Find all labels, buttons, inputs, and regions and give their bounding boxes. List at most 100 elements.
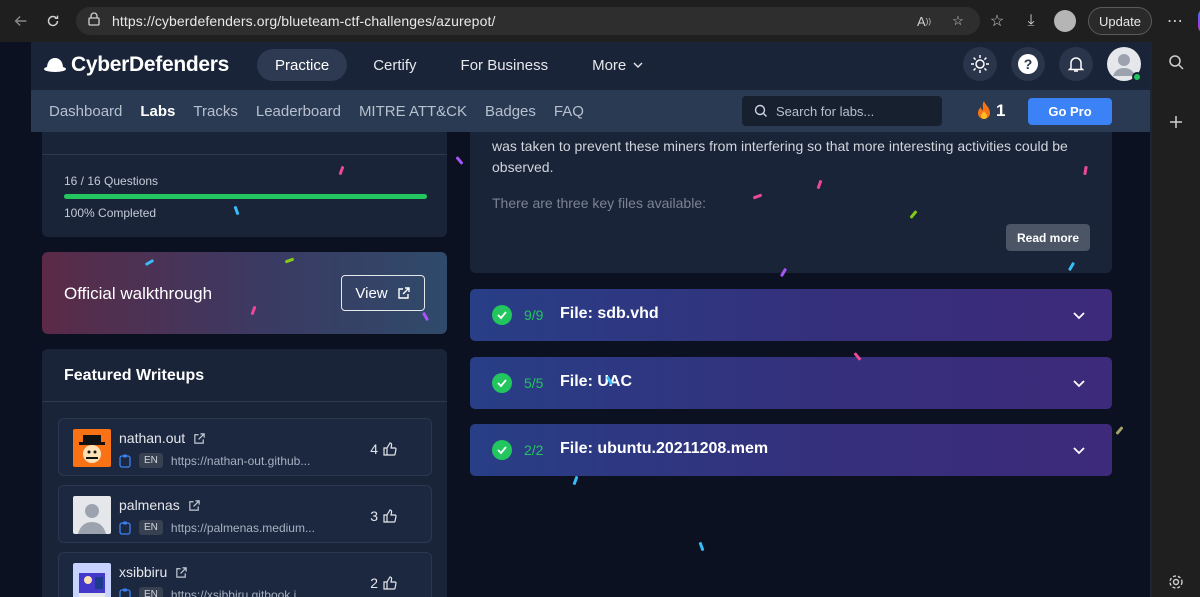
clipboard-icon (119, 521, 131, 535)
site-info-icon[interactable] (86, 11, 102, 32)
file-section-sdb-vhd[interactable]: 9/9 File: sdb.vhd (470, 289, 1112, 341)
file-section-title: File: UAC (560, 373, 632, 390)
view-walkthrough-button[interactable]: View (341, 275, 425, 311)
tab-faq[interactable]: FAQ (554, 103, 584, 120)
downloads-icon[interactable]: ⤓ (1020, 7, 1042, 35)
question-progress: 9/9 (524, 307, 544, 323)
tab-tracks[interactable]: Tracks (193, 103, 237, 120)
search-icon (754, 104, 767, 117)
language-badge: EN (139, 520, 163, 535)
user-avatar[interactable] (1107, 47, 1142, 82)
language-badge: EN (139, 453, 163, 468)
reload-icon[interactable] (38, 6, 68, 36)
writeup-link[interactable]: https://nathan-out.github... (171, 454, 310, 468)
progress-bar (64, 194, 427, 199)
streak-count: 1 (996, 101, 1006, 120)
search-input[interactable] (776, 103, 926, 119)
brand-name: CyberDefenders (71, 53, 230, 76)
thumbs-up-icon[interactable] (383, 576, 397, 590)
thumbs-up-icon[interactable] (383, 442, 397, 456)
streak-counter: 1 (976, 100, 1005, 122)
file-section-ubuntu-mem[interactable]: 2/2 File: ubuntu.20211208.mem (470, 424, 1112, 476)
lab-search[interactable] (742, 96, 942, 126)
favorite-star-icon[interactable]: ☆ (948, 11, 968, 31)
view-label: View (355, 284, 388, 302)
like-count: 4 (370, 441, 378, 457)
confetti-piece (455, 156, 464, 165)
url-text: https://cyberdefenders.org/blueteam-ctf-… (112, 13, 496, 29)
external-link-icon[interactable] (188, 499, 201, 512)
check-circle-icon (492, 305, 512, 325)
flame-icon (978, 101, 990, 119)
questions-count: 16 / 16 Questions (64, 174, 159, 188)
official-walkthrough-card: Official walkthrough View (42, 252, 447, 334)
completion-percent: 100% Completed (64, 206, 157, 220)
sun-icon (971, 55, 989, 73)
favorites-icon[interactable]: ☆ (986, 7, 1008, 35)
profile-icon[interactable] (1054, 7, 1076, 35)
sidebar-add-icon[interactable] (1166, 112, 1186, 132)
walkthrough-title: Official walkthrough (64, 284, 213, 303)
confetti-piece (1115, 426, 1124, 435)
description-text: was taken to prevent these miners from i… (492, 138, 1068, 175)
check-circle-icon (492, 373, 512, 393)
clipboard-icon (119, 454, 131, 468)
go-pro-button[interactable]: Go Pro (1028, 98, 1112, 125)
featured-writeups-card: Featured Writeups nathan.out EN https://… (42, 349, 447, 597)
writeup-item[interactable]: palmenas EN https://palmenas.medium... 3 (58, 485, 432, 543)
tab-mitre-attack[interactable]: MITRE ATT&CK (359, 103, 467, 120)
external-link-icon[interactable] (193, 432, 206, 445)
help-icon: ? (1018, 54, 1038, 74)
sub-nav: Dashboard Labs Tracks Leaderboard MITRE … (31, 90, 1151, 132)
chevron-down-icon[interactable] (1071, 442, 1087, 458)
browser-sidebar (1152, 42, 1200, 597)
read-aloud-icon[interactable]: A)) (914, 11, 934, 31)
external-link-icon[interactable] (175, 566, 188, 579)
main-nav: Practice Certify For Business More (257, 49, 662, 81)
help-button[interactable]: ? (1011, 47, 1045, 81)
nav-more-label: More (592, 56, 627, 74)
site-header: CyberDefenders Practice Certify For Busi… (31, 42, 1151, 90)
file-section-title: File: ubuntu.20211208.mem (560, 440, 769, 457)
nav-certify[interactable]: Certify (355, 49, 434, 81)
sidebar-settings-icon[interactable] (1166, 572, 1186, 592)
writeup-link[interactable]: https://xsibbiru.gitbook.i... (171, 588, 306, 597)
more-menu-icon[interactable]: ⋯ (1164, 7, 1186, 35)
writeup-item[interactable]: xsibbiru EN https://xsibbiru.gitbook.i..… (58, 552, 432, 597)
file-section-uac[interactable]: 5/5 File: UAC (470, 357, 1112, 409)
tab-labs[interactable]: Labs (140, 103, 175, 120)
writeups-title: Featured Writeups (64, 367, 205, 384)
confetti-piece (698, 541, 705, 552)
chevron-down-icon[interactable] (1071, 375, 1087, 391)
confetti-piece (572, 475, 579, 486)
writeup-link[interactable]: https://palmenas.medium... (171, 521, 315, 535)
nav-for-business[interactable]: For Business (443, 49, 567, 81)
progress-bar-fill (64, 194, 427, 199)
description-text-faded: There are three key files available: (492, 195, 706, 211)
read-more-button[interactable]: Read more (1006, 224, 1090, 251)
update-button[interactable]: Update (1088, 7, 1152, 35)
writeup-author: xsibbiru (119, 564, 168, 580)
thumbs-up-icon[interactable] (383, 509, 397, 523)
writeup-item[interactable]: nathan.out EN https://nathan-out.github.… (58, 418, 432, 476)
address-bar[interactable]: https://cyberdefenders.org/blueteam-ctf-… (76, 7, 980, 35)
chevron-down-icon[interactable] (1071, 307, 1087, 323)
fedora-hat-icon (44, 58, 66, 72)
notifications-button[interactable] (1059, 47, 1093, 81)
sidebar-search-icon[interactable] (1166, 52, 1186, 72)
nav-practice[interactable]: Practice (257, 49, 348, 81)
back-icon[interactable] (6, 6, 36, 36)
online-status-dot (1132, 72, 1142, 82)
brand-logo[interactable]: CyberDefenders (43, 53, 229, 77)
question-progress: 5/5 (524, 375, 544, 391)
tab-badges[interactable]: Badges (485, 103, 536, 120)
tab-leaderboard[interactable]: Leaderboard (256, 103, 341, 120)
check-circle-icon (492, 440, 512, 460)
nav-more[interactable]: More (574, 49, 662, 81)
section-divider (42, 143, 447, 155)
like-count: 3 (370, 508, 378, 524)
writeup-avatar (73, 496, 111, 534)
theme-toggle-button[interactable] (963, 47, 997, 81)
tab-dashboard[interactable]: Dashboard (49, 103, 122, 120)
file-section-title: File: sdb.vhd (560, 305, 659, 322)
